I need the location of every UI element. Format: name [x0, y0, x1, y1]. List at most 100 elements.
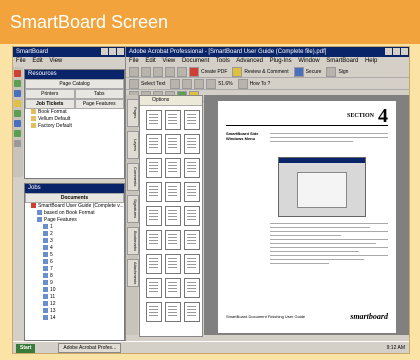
select-text-button[interactable]: Select Text	[141, 81, 165, 87]
start-button[interactable]: Start	[16, 343, 36, 353]
next-page-icon[interactable]	[194, 78, 205, 89]
page-thumbnail[interactable]	[165, 230, 181, 250]
hand-tool-icon[interactable]	[129, 78, 139, 89]
review-button[interactable]: Review & Comment	[244, 69, 288, 75]
tab-job-tickets[interactable]: Job Tickets	[25, 99, 75, 109]
page-thumbnail[interactable]	[165, 278, 181, 298]
create-pdf-icon[interactable]	[189, 66, 199, 77]
search-icon[interactable]	[177, 66, 187, 77]
tree-row[interactable]: 2	[25, 231, 124, 238]
tree-row[interactable]: 8	[25, 273, 124, 280]
menu-file[interactable]: File	[16, 58, 26, 64]
review-icon[interactable]	[232, 66, 243, 77]
maximize-button[interactable]	[393, 48, 400, 55]
email-icon[interactable]	[165, 66, 175, 77]
sign-button[interactable]: Sign	[338, 69, 348, 75]
taskbar-acrobat-button[interactable]: Adobe Acrobat Profes...	[58, 343, 122, 353]
menu-view[interactable]: View	[49, 58, 62, 64]
menu-edit[interactable]: Edit	[32, 58, 42, 64]
create-pdf-button[interactable]: Create PDF	[201, 69, 227, 75]
tree-row[interactable]: 10	[25, 287, 124, 294]
how-to-button[interactable]: How To ?	[250, 81, 271, 87]
page-thumbnail[interactable]	[165, 254, 181, 274]
page-thumbnail[interactable]	[165, 182, 181, 202]
page-thumbnail[interactable]	[184, 278, 200, 298]
menu-document[interactable]: Document	[182, 58, 209, 64]
tree-row[interactable]: 9	[25, 280, 124, 287]
zoom-level[interactable]: 51.6%	[218, 81, 232, 87]
page-thumbnail[interactable]	[184, 158, 200, 178]
tool-red-icon[interactable]	[14, 70, 21, 77]
page-thumbnail[interactable]	[165, 302, 181, 322]
page-thumbnail[interactable]	[146, 302, 162, 322]
prev-page-icon[interactable]	[182, 78, 193, 89]
tab-pages[interactable]: Pages	[127, 99, 139, 127]
minimize-button[interactable]	[385, 48, 392, 55]
tree-row[interactable]: SmartBoard User Guide (Complete v...	[25, 203, 124, 210]
list-item[interactable]: Factory Default	[25, 123, 124, 130]
page-thumbnail[interactable]	[184, 134, 200, 154]
page-thumbnail[interactable]	[184, 110, 200, 130]
maximize-button[interactable]	[109, 48, 116, 55]
page-thumbnail[interactable]	[184, 182, 200, 202]
list-item[interactable]: Book Format	[25, 109, 124, 116]
page-thumbnail[interactable]	[146, 278, 162, 298]
tree-row[interactable]: 11	[25, 294, 124, 301]
tree-row[interactable]: 12	[25, 301, 124, 308]
open-icon[interactable]	[129, 66, 139, 77]
tree-row[interactable]: 4	[25, 245, 124, 252]
page-thumbnail[interactable]	[165, 158, 181, 178]
page-thumbnail[interactable]	[146, 158, 162, 178]
tree-row[interactable]: 14	[25, 315, 124, 322]
tab-comments[interactable]: Comments	[127, 163, 139, 191]
menu-edit[interactable]: Edit	[145, 58, 155, 64]
page-thumbnail[interactable]	[184, 302, 200, 322]
page-thumbnail[interactable]	[184, 254, 200, 274]
documents-header[interactable]: Documents	[25, 193, 124, 203]
tab-attachments[interactable]: Attachments	[127, 259, 139, 287]
tool-yellow-icon[interactable]	[14, 100, 21, 107]
tree-row[interactable]: 7	[25, 266, 124, 273]
tool-blue-icon[interactable]	[14, 90, 21, 97]
page-thumbnail[interactable]	[165, 206, 181, 226]
page-thumbnail[interactable]	[146, 206, 162, 226]
list-item[interactable]: Vellum Default	[25, 116, 124, 123]
tab-page-catalog[interactable]: Page Catalog	[25, 79, 124, 89]
tree-row[interactable]: 1	[25, 224, 124, 231]
close-button[interactable]	[401, 48, 408, 55]
page-thumbnail[interactable]	[184, 206, 200, 226]
zoom-out-icon[interactable]	[206, 78, 217, 89]
minimize-button[interactable]	[101, 48, 108, 55]
tab-layers[interactable]: Layers	[127, 131, 139, 159]
zoom-icon[interactable]	[170, 78, 181, 89]
page-thumbnail[interactable]	[146, 134, 162, 154]
tab-page-features[interactable]: Page Features	[74, 99, 124, 109]
tool-green3-icon[interactable]	[14, 130, 21, 137]
menu-smartboard[interactable]: SmartBoard	[326, 58, 358, 64]
page-thumbnail[interactable]	[146, 254, 162, 274]
page-thumbnail[interactable]	[165, 134, 181, 154]
tool-scissors-icon[interactable]	[14, 140, 21, 147]
tab-printers[interactable]: Printers	[25, 89, 75, 99]
page-thumbnail[interactable]	[146, 110, 162, 130]
tab-bookmarks[interactable]: Bookmarks	[127, 227, 139, 255]
zoom-in-icon[interactable]	[237, 78, 248, 89]
tree-row[interactable]: Page Features	[25, 217, 124, 224]
thumbnails-options[interactable]: Options	[140, 96, 202, 106]
page-thumbnail[interactable]	[165, 110, 181, 130]
menu-tools[interactable]: Tools	[216, 58, 230, 64]
menu-advanced[interactable]: Advanced	[236, 58, 263, 64]
menu-help[interactable]: Help	[365, 58, 377, 64]
secure-icon[interactable]	[293, 66, 304, 77]
tool-green-icon[interactable]	[14, 80, 21, 87]
tree-row[interactable]: 6	[25, 259, 124, 266]
sign-icon[interactable]	[326, 66, 337, 77]
tree-row[interactable]: based on Book Format	[25, 210, 124, 217]
tab-tabs[interactable]: Tabs	[74, 89, 124, 99]
menu-view[interactable]: View	[162, 58, 175, 64]
tree-row[interactable]: 13	[25, 308, 124, 315]
page-thumbnail[interactable]	[184, 230, 200, 250]
close-button[interactable]	[117, 48, 124, 55]
tree-row[interactable]: 3	[25, 238, 124, 245]
tool-green2-icon[interactable]	[14, 110, 21, 117]
